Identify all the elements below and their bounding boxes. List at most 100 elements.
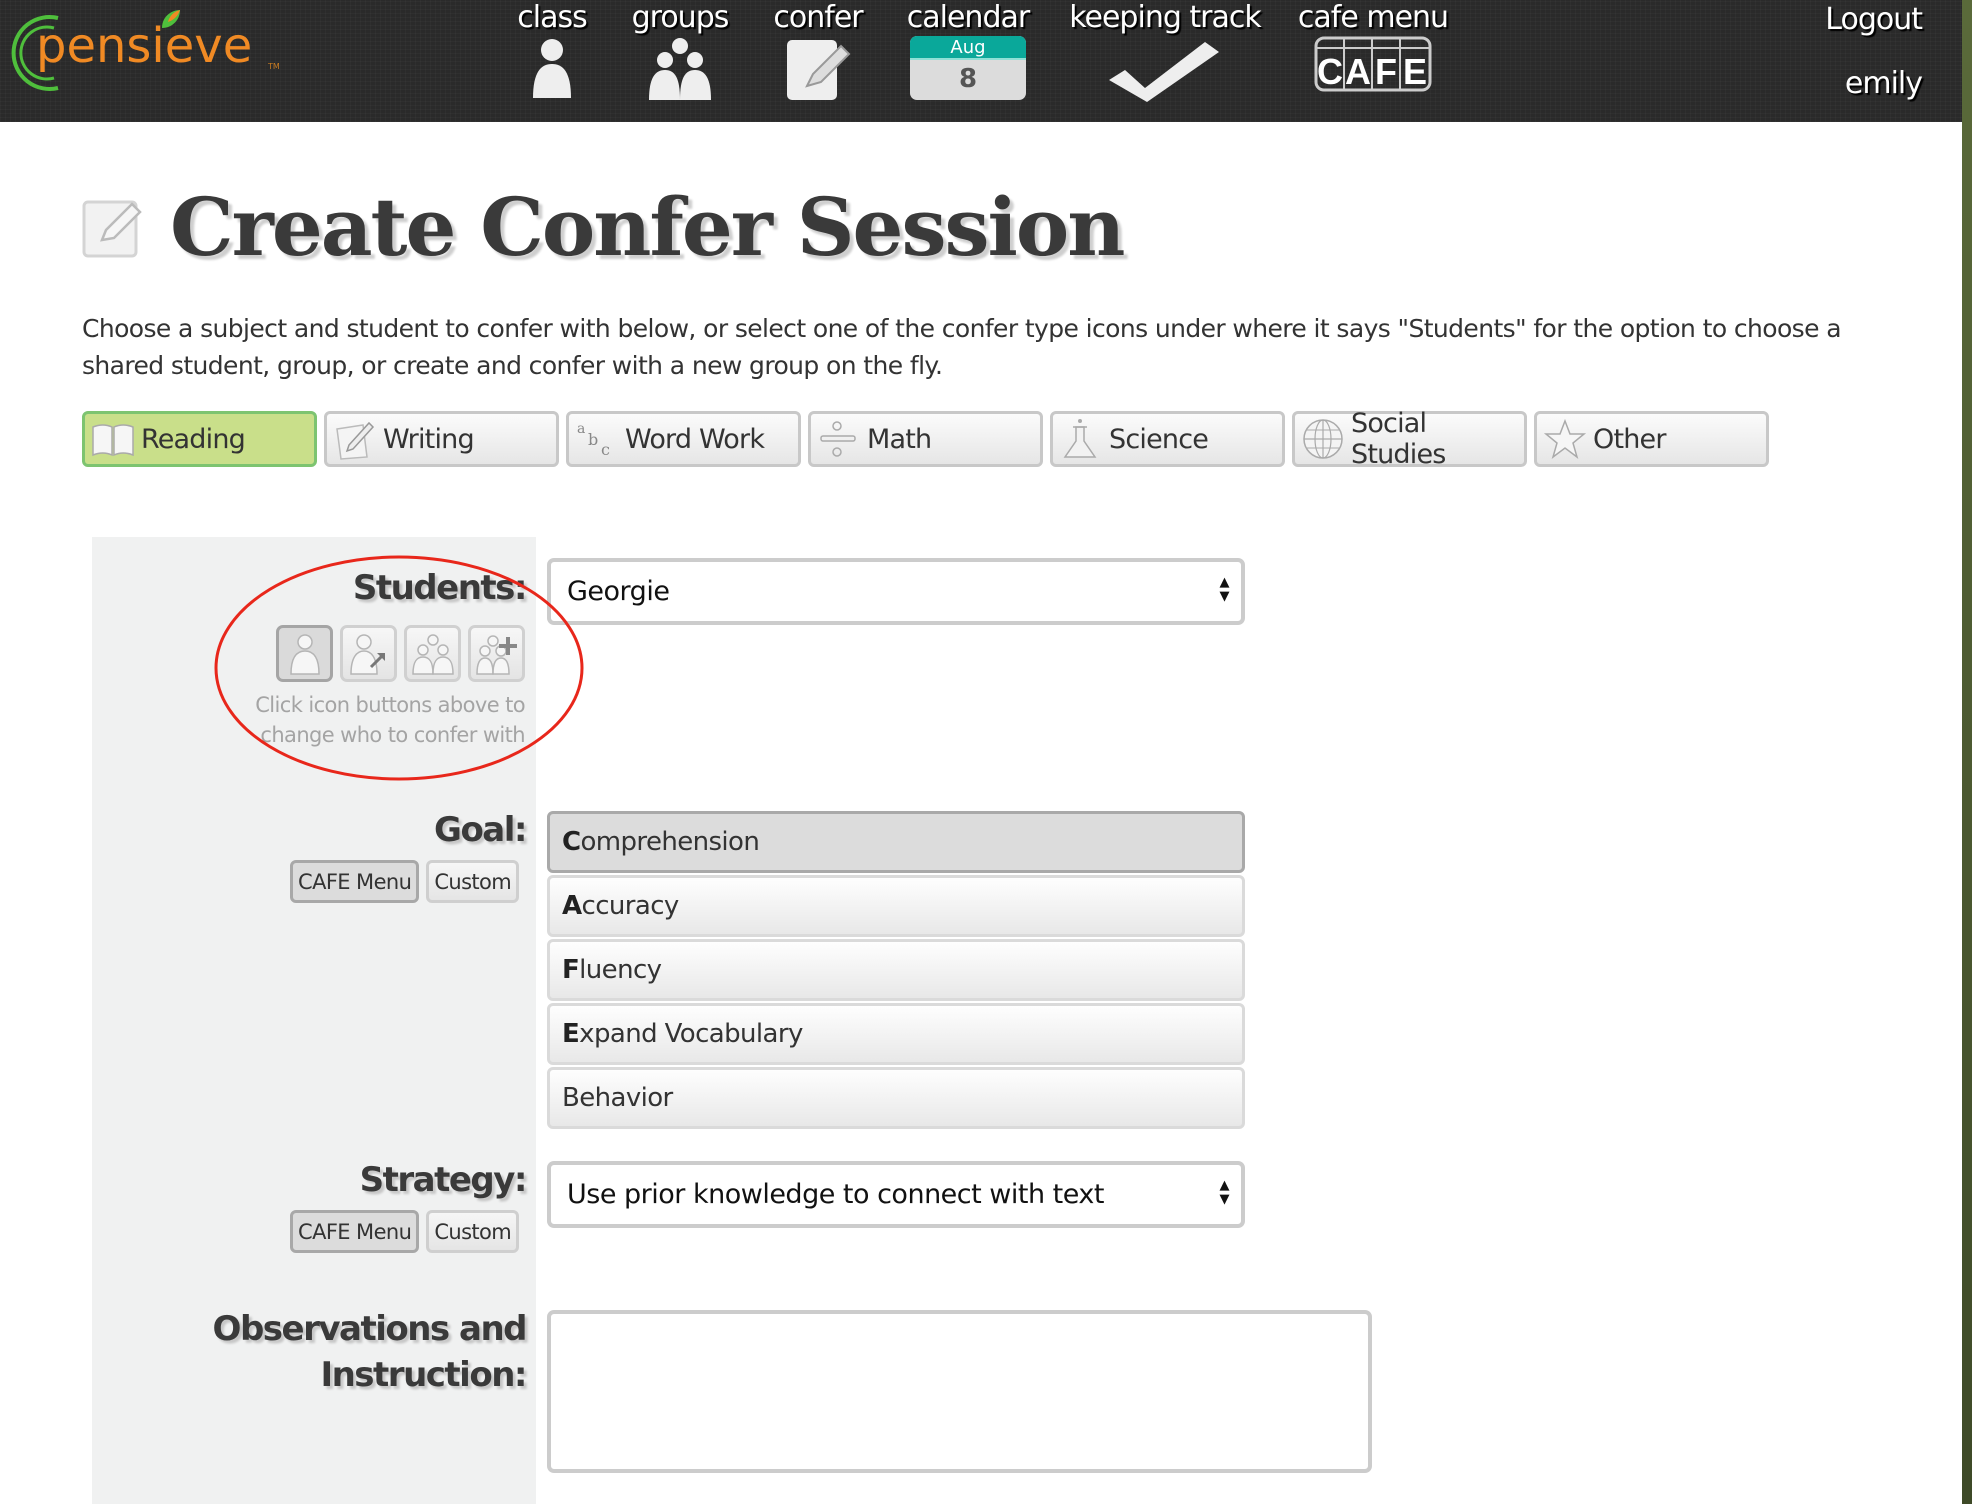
tab-social-studies[interactable]: Social Studies [1292, 408, 1527, 470]
strategy-select-value: Use prior knowledge to connect with text [567, 1179, 1104, 1210]
observations-textarea[interactable] [547, 1310, 1372, 1473]
tab-social-studies-label: Social Studies [1351, 408, 1446, 470]
goal-text: ccuracy [581, 891, 680, 921]
nav-keeping-track[interactable]: keeping track [1068, 0, 1262, 102]
tab-science-label: Science [1109, 423, 1209, 455]
tab-math[interactable]: Math [808, 411, 1043, 467]
top-navigation-bar: pensieve TM class groups confer calendar… [0, 0, 1962, 122]
student-select-value: Georgie [567, 576, 670, 607]
svg-text:a: a [577, 421, 585, 437]
goal-text: xpand Vocabulary [579, 1019, 803, 1049]
goal-initial: E [562, 1019, 580, 1049]
nav-groups-label: groups [631, 0, 730, 35]
calendar-icon: Aug 8 [910, 36, 1026, 100]
person-icon [289, 633, 320, 675]
svg-text:A: A [1345, 51, 1371, 92]
strategy-cafe-menu-button[interactable]: CAFE Menu [290, 1210, 420, 1253]
goal-initial: A [562, 891, 582, 921]
logo-text: pensieve [36, 18, 253, 74]
single-student-button[interactable] [276, 625, 333, 682]
person-icon [533, 39, 571, 98]
abc-icon: a b c [577, 421, 611, 459]
checkmark-icon [1109, 42, 1219, 102]
observations-label: Observations and Instruction: [212, 1306, 528, 1398]
calendar-day: 8 [958, 64, 978, 94]
goal-source-buttons: CAFE Menu Custom [290, 860, 520, 903]
calendar-month: Aug [910, 36, 1026, 60]
svg-text:c: c [601, 440, 610, 459]
tab-reading-label: Reading [141, 423, 246, 455]
group-add-icon [475, 634, 517, 675]
group-icon [411, 633, 454, 675]
tab-word-work-label: Word Work [625, 423, 765, 455]
student-select[interactable]: Georgie ▲ ▼ [547, 558, 1245, 625]
logout-link[interactable]: Logout [1825, 2, 1923, 37]
paper-pencil-icon [336, 421, 375, 460]
tab-word-work[interactable]: a b c Word Work [566, 411, 801, 467]
goal-option-fluency[interactable]: Fluency [547, 939, 1245, 1001]
nav-cafe-menu[interactable]: cafe menu C A F E [1296, 0, 1450, 92]
notepad-pencil-icon [787, 40, 851, 100]
goal-option-accuracy[interactable]: Accuracy [547, 875, 1245, 937]
cafe-icon: C A F E [1314, 36, 1432, 92]
page-edge-decoration [1962, 0, 1972, 1504]
nav-class[interactable]: class [510, 0, 594, 98]
nav-keeping-track-label: keeping track [1069, 0, 1262, 35]
goal-text: Behavior [562, 1083, 673, 1113]
goal-initial: C [562, 827, 581, 857]
strategy-label: Strategy: [359, 1160, 528, 1200]
nav-calendar-label: calendar [906, 0, 1030, 35]
select-arrows-icon: ▲ ▼ [1219, 1178, 1230, 1207]
tab-other[interactable]: Other [1534, 411, 1769, 467]
nav-confer-label: confer [773, 0, 863, 35]
tab-math-label: Math [867, 423, 932, 455]
students-label: Students: [352, 568, 528, 608]
goal-label: Goal: [434, 810, 527, 850]
svg-text:b: b [588, 430, 598, 449]
tab-reading[interactable]: Reading [82, 411, 317, 467]
star-icon [1543, 418, 1587, 459]
svg-text:C: C [1317, 51, 1343, 92]
group-icon [649, 38, 711, 100]
username-link[interactable]: emily [1845, 66, 1923, 101]
shared-student-button[interactable] [340, 625, 397, 682]
nav-cafe-menu-label: cafe menu [1297, 0, 1449, 35]
nav-class-label: class [517, 0, 587, 35]
goal-text: luency [579, 955, 662, 985]
nav-groups[interactable]: groups [626, 0, 734, 100]
person-share-icon [349, 633, 385, 675]
goal-option-behavior[interactable]: Behavior [547, 1067, 1245, 1129]
goal-text: omprehension [580, 827, 760, 857]
confer-notepad-icon [82, 200, 142, 258]
strategy-custom-button[interactable]: Custom [426, 1210, 520, 1253]
goal-option-expand-vocabulary[interactable]: Expand Vocabulary [547, 1003, 1245, 1065]
goal-cafe-menu-button[interactable]: CAFE Menu [290, 860, 420, 903]
observations-label-line1: Observations and [212, 1309, 528, 1349]
page-title: Create Confer Session [170, 180, 1125, 274]
logo-trademark: TM [268, 62, 280, 71]
confer-type-hint: Click icon buttons above to change who t… [255, 693, 525, 747]
subject-tabs: Reading Writing a b c Word Work Math Sci… [82, 408, 1769, 470]
globe-icon [1303, 419, 1343, 459]
pensieve-logo[interactable]: pensieve TM [6, 8, 280, 98]
group-button[interactable] [404, 625, 461, 682]
division-icon [820, 421, 856, 457]
tab-writing[interactable]: Writing [324, 411, 559, 467]
page-description: Choose a subject and student to confer w… [82, 314, 1842, 380]
goal-options-list: Comprehension Accuracy Fluency Expand Vo… [547, 811, 1245, 1131]
svg-text:F: F [1375, 51, 1397, 92]
goal-initial: F [562, 955, 580, 985]
observations-label-line2: Instruction: [320, 1355, 527, 1395]
nav-confer[interactable]: confer [766, 0, 870, 100]
goal-option-comprehension[interactable]: Comprehension [547, 811, 1245, 873]
select-arrows-icon: ▲ ▼ [1219, 575, 1230, 604]
confer-type-buttons [276, 625, 525, 682]
goal-custom-button[interactable]: Custom [426, 860, 520, 903]
tab-science[interactable]: Science [1050, 411, 1285, 467]
strategy-source-buttons: CAFE Menu Custom [290, 1210, 520, 1253]
book-icon [92, 424, 134, 457]
tab-writing-label: Writing [383, 423, 475, 455]
nav-calendar[interactable]: calendar Aug 8 [900, 0, 1036, 100]
new-group-button[interactable] [468, 625, 525, 682]
strategy-select[interactable]: Use prior knowledge to connect with text… [547, 1161, 1245, 1228]
